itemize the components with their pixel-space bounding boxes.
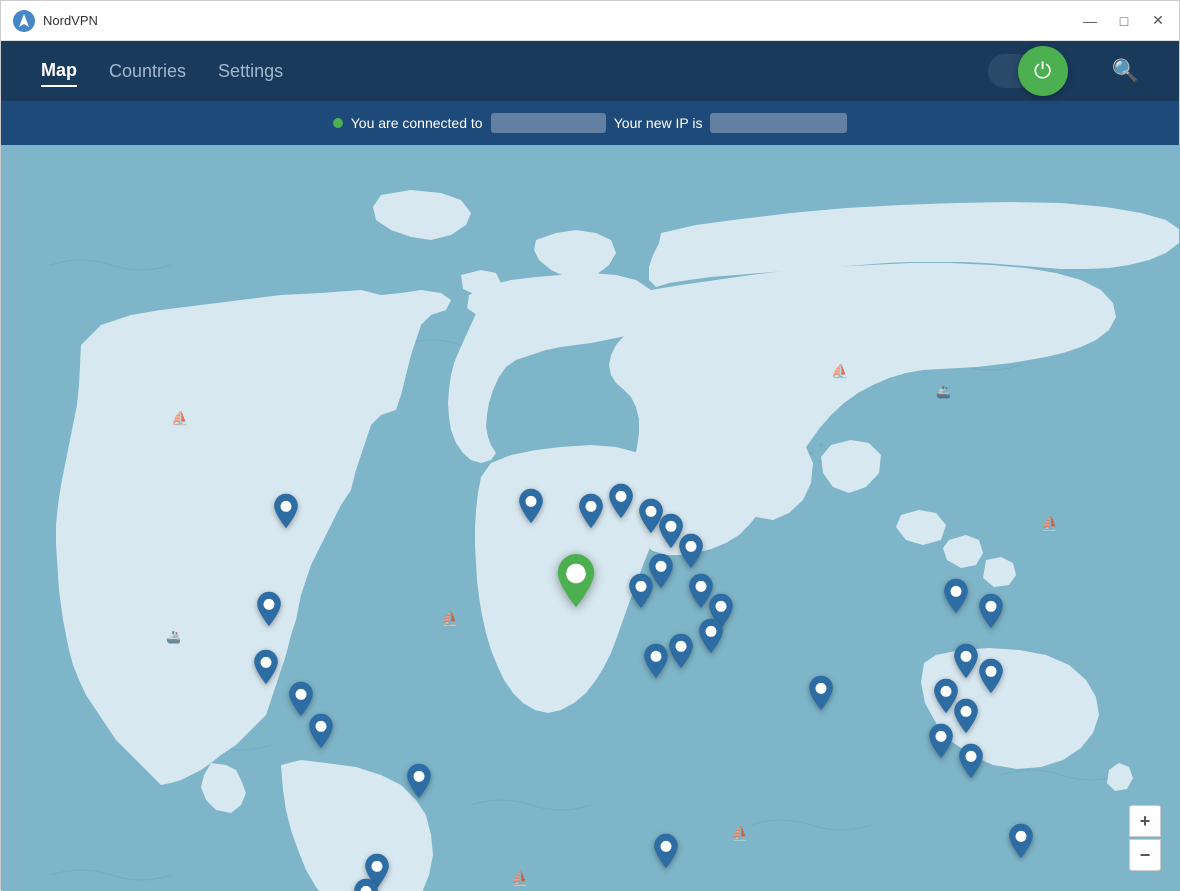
close-button[interactable]: ✕ — [1149, 12, 1167, 30]
map-pin[interactable] — [697, 619, 725, 660]
zoom-in-button[interactable]: + — [1129, 805, 1161, 837]
server-name: ██████████ — [491, 113, 606, 133]
map-pin[interactable] — [957, 744, 985, 785]
map-pin[interactable] — [977, 594, 1005, 635]
nav-settings[interactable]: Settings — [218, 57, 283, 86]
map-pin[interactable] — [942, 579, 970, 620]
map-pin[interactable] — [807, 676, 835, 717]
connection-status-dot — [333, 118, 343, 128]
navbar: Map Countries Settings ⏻ 🔍 — [1, 41, 1179, 101]
map-pin[interactable] — [307, 714, 335, 755]
map-pin[interactable] — [272, 494, 300, 535]
connected-text: You are connected to — [351, 115, 483, 131]
nav-map[interactable]: Map — [41, 56, 77, 87]
power-button[interactable]: ⏻ — [1018, 46, 1068, 96]
map-pin[interactable] — [667, 634, 695, 675]
zoom-out-button[interactable]: − — [1129, 839, 1161, 871]
map-pin[interactable] — [255, 592, 283, 633]
map-pin[interactable] — [252, 650, 280, 691]
maximize-button[interactable]: □ — [1115, 12, 1133, 30]
nav-countries[interactable]: Countries — [109, 57, 186, 86]
ip-value: ███ ██ ███ ███ — [710, 113, 847, 133]
ip-label: Your new IP is — [614, 115, 703, 131]
map-pin[interactable] — [607, 484, 635, 525]
map-container[interactable]: ⛵ ⛵ ⛵ ⛵ ⛵ ⛵ 🚢 🚢 ⛵ — [1, 145, 1180, 891]
map-pin[interactable] — [677, 534, 705, 575]
power-icon: ⏻ — [1034, 60, 1051, 82]
map-pin[interactable] — [352, 879, 380, 891]
titlebar: NordVPN — □ ✕ — [1, 1, 1179, 41]
map-pin[interactable] — [627, 574, 655, 615]
zoom-controls: + − — [1129, 805, 1161, 871]
statusbar: You are connected to ██████████ Your new… — [1, 101, 1179, 145]
nordvpn-logo-icon — [13, 10, 35, 32]
map-pin[interactable] — [405, 764, 433, 805]
map-pin[interactable] — [642, 644, 670, 685]
map-pin[interactable] — [517, 489, 545, 530]
power-toggle[interactable]: ⏻ — [988, 54, 1060, 88]
map-pin[interactable] — [652, 834, 680, 875]
map-pin[interactable] — [927, 724, 955, 765]
search-icon[interactable]: 🔍 — [1112, 58, 1139, 84]
map-pin[interactable] — [577, 494, 605, 535]
window-controls: — □ ✕ — [1081, 12, 1167, 30]
map-pin[interactable] — [977, 659, 1005, 700]
map-pin[interactable] — [1007, 824, 1035, 865]
app-title: NordVPN — [43, 13, 98, 28]
active-map-pin[interactable] — [555, 554, 597, 615]
map-pin[interactable] — [952, 699, 980, 740]
minimize-button[interactable]: — — [1081, 12, 1099, 30]
app-logo: NordVPN — [13, 10, 98, 32]
